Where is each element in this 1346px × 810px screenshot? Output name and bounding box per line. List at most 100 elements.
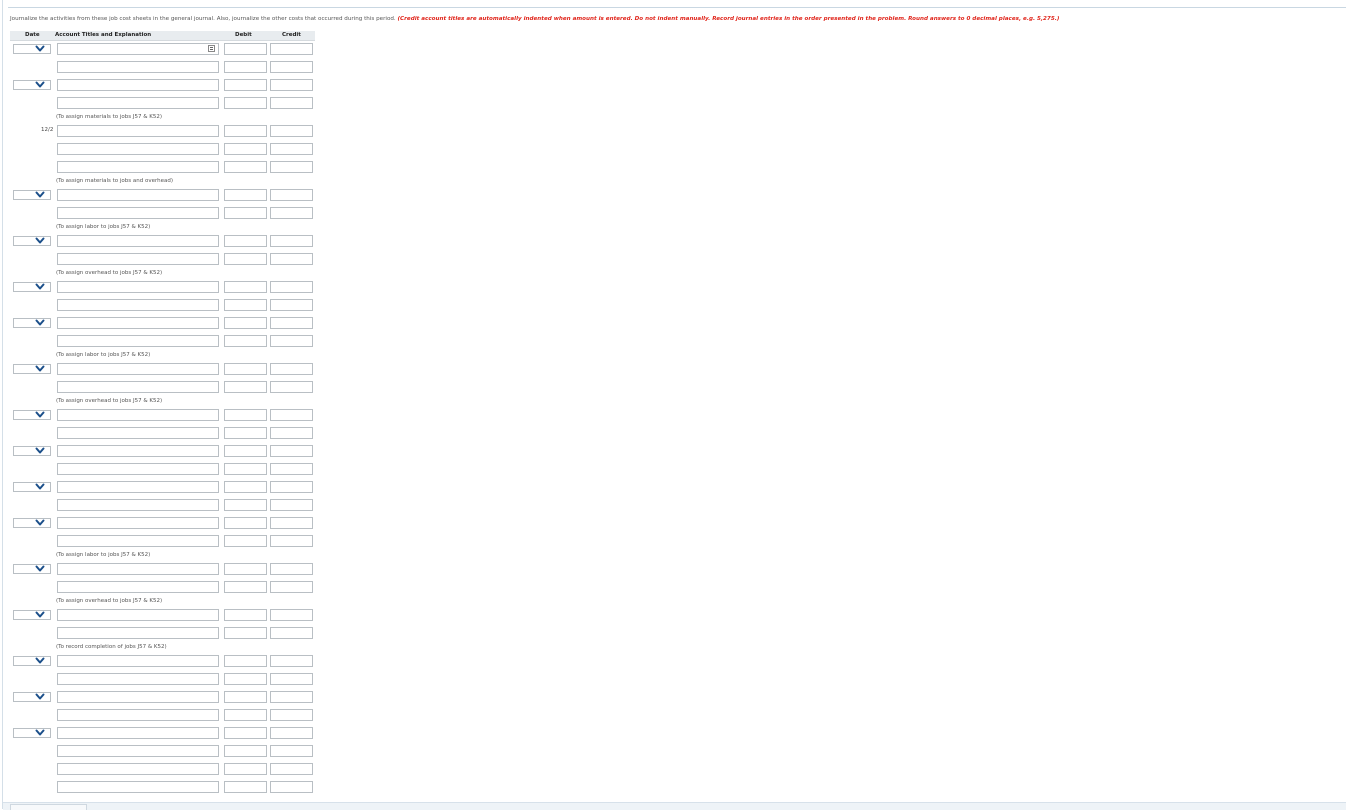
debit-input[interactable]	[224, 481, 267, 493]
debit-input[interactable]	[224, 335, 267, 347]
credit-input[interactable]	[270, 281, 313, 293]
date-dropdown[interactable]	[13, 410, 51, 420]
credit-input[interactable]	[270, 79, 313, 91]
credit-input[interactable]	[270, 189, 313, 201]
credit-input[interactable]	[270, 381, 313, 393]
debit-input[interactable]	[224, 745, 267, 757]
account-title-input[interactable]	[57, 427, 219, 439]
date-dropdown[interactable]	[13, 518, 51, 528]
debit-input[interactable]	[224, 317, 267, 329]
credit-input[interactable]	[270, 363, 313, 375]
account-title-input[interactable]	[57, 499, 219, 511]
date-dropdown[interactable]	[13, 318, 51, 328]
account-title-input[interactable]	[57, 97, 219, 109]
account-title-input[interactable]	[57, 79, 219, 91]
date-dropdown[interactable]	[13, 692, 51, 702]
credit-input[interactable]	[270, 535, 313, 547]
account-title-input[interactable]	[57, 207, 219, 219]
account-title-input[interactable]	[57, 125, 219, 137]
account-title-input[interactable]	[57, 481, 219, 493]
account-title-input[interactable]	[57, 673, 219, 685]
debit-input[interactable]	[224, 655, 267, 667]
date-dropdown[interactable]	[13, 482, 51, 492]
date-dropdown[interactable]	[13, 282, 51, 292]
account-title-input[interactable]	[57, 161, 219, 173]
account-title-input[interactable]	[57, 535, 219, 547]
debit-input[interactable]	[224, 763, 267, 775]
date-dropdown[interactable]	[13, 80, 51, 90]
credit-input[interactable]	[270, 235, 313, 247]
account-title-input[interactable]	[57, 317, 219, 329]
credit-input[interactable]	[270, 335, 313, 347]
account-title-input[interactable]	[57, 763, 219, 775]
account-title-input[interactable]	[57, 781, 219, 793]
account-title-input[interactable]	[57, 235, 219, 247]
debit-input[interactable]	[224, 499, 267, 511]
debit-input[interactable]	[224, 381, 267, 393]
debit-input[interactable]	[224, 143, 267, 155]
credit-input[interactable]	[270, 161, 313, 173]
account-title-input[interactable]	[57, 43, 219, 55]
credit-input[interactable]	[270, 43, 313, 55]
debit-input[interactable]	[224, 581, 267, 593]
account-title-input[interactable]	[57, 563, 219, 575]
credit-input[interactable]	[270, 655, 313, 667]
date-dropdown[interactable]	[13, 190, 51, 200]
credit-input[interactable]	[270, 481, 313, 493]
debit-input[interactable]	[224, 61, 267, 73]
account-title-input[interactable]	[57, 581, 219, 593]
account-title-input[interactable]	[57, 463, 219, 475]
credit-input[interactable]	[270, 317, 313, 329]
credit-input[interactable]	[270, 143, 313, 155]
credit-input[interactable]	[270, 445, 313, 457]
debit-input[interactable]	[224, 79, 267, 91]
credit-input[interactable]	[270, 125, 313, 137]
credit-input[interactable]	[270, 463, 313, 475]
account-list-icon[interactable]	[208, 45, 215, 52]
credit-input[interactable]	[270, 517, 313, 529]
account-title-input[interactable]	[57, 189, 219, 201]
credit-input[interactable]	[270, 409, 313, 421]
date-dropdown[interactable]	[13, 656, 51, 666]
debit-input[interactable]	[224, 409, 267, 421]
credit-input[interactable]	[270, 745, 313, 757]
account-title-input[interactable]	[57, 253, 219, 265]
credit-input[interactable]	[270, 627, 313, 639]
credit-input[interactable]	[270, 581, 313, 593]
date-dropdown[interactable]	[13, 446, 51, 456]
debit-input[interactable]	[224, 727, 267, 739]
account-title-input[interactable]	[57, 299, 219, 311]
credit-input[interactable]	[270, 97, 313, 109]
debit-input[interactable]	[224, 253, 267, 265]
date-dropdown[interactable]	[13, 364, 51, 374]
date-dropdown[interactable]	[13, 728, 51, 738]
account-title-input[interactable]	[57, 381, 219, 393]
credit-input[interactable]	[270, 253, 313, 265]
date-dropdown[interactable]	[13, 610, 51, 620]
account-title-input[interactable]	[57, 727, 219, 739]
credit-input[interactable]	[270, 563, 313, 575]
debit-input[interactable]	[224, 427, 267, 439]
debit-input[interactable]	[224, 207, 267, 219]
account-title-input[interactable]	[57, 445, 219, 457]
credit-input[interactable]	[270, 673, 313, 685]
credit-input[interactable]	[270, 763, 313, 775]
debit-input[interactable]	[224, 235, 267, 247]
account-title-input[interactable]	[57, 335, 219, 347]
debit-input[interactable]	[224, 161, 267, 173]
debit-input[interactable]	[224, 673, 267, 685]
debit-input[interactable]	[224, 781, 267, 793]
debit-input[interactable]	[224, 535, 267, 547]
debit-input[interactable]	[224, 563, 267, 575]
date-dropdown[interactable]	[13, 44, 51, 54]
debit-input[interactable]	[224, 299, 267, 311]
account-title-input[interactable]	[57, 61, 219, 73]
account-title-input[interactable]	[57, 709, 219, 721]
account-title-input[interactable]	[57, 143, 219, 155]
debit-input[interactable]	[224, 445, 267, 457]
credit-input[interactable]	[270, 207, 313, 219]
credit-input[interactable]	[270, 609, 313, 621]
date-dropdown[interactable]	[13, 236, 51, 246]
account-title-input[interactable]	[57, 281, 219, 293]
debit-input[interactable]	[224, 281, 267, 293]
